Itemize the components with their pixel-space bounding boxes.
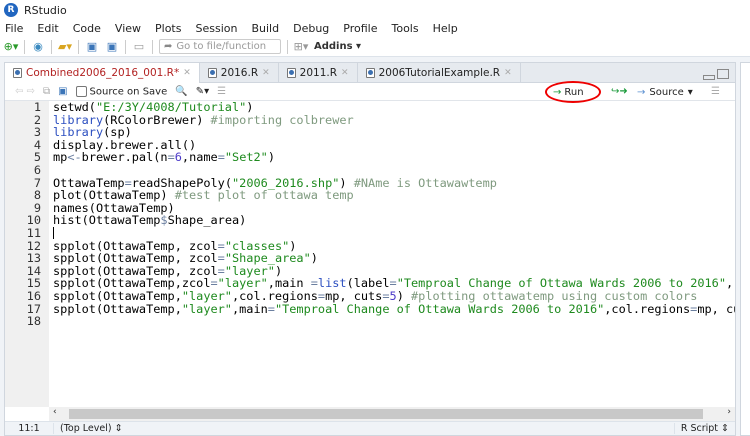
red-annotation-circle — [545, 81, 601, 103]
line-number: 3 — [33, 125, 41, 140]
divider — [24, 39, 25, 54]
code-line[interactable]: 8 plot(OttawaTemp) #test plot of ottawa t… — [5, 189, 735, 202]
editor-tabs: Combined2006_2016_001.R* ✕ 2016.R ✕ 2011.R ✕ 2… — [5, 63, 735, 83]
app-title: RStudio — [24, 3, 67, 17]
code-line[interactable]: 1 setwd("E:/3Y/4008/Tutorial") — [5, 101, 735, 114]
code-text: library(sp) — [53, 125, 132, 140]
right-pane — [740, 62, 750, 436]
rstudio-logo-icon: R — [4, 3, 18, 17]
arrow-icon: ➦ — [164, 41, 173, 52]
menu-code[interactable]: Code — [73, 22, 101, 35]
editor-toolbar: ⇦ ⇨ ⧉ ▣ Source on Save 🔍 ✎▾ ☰ → Run ↪➜ →… — [5, 81, 735, 103]
horizontal-scrollbar[interactable]: ‹ › — [49, 407, 735, 421]
scroll-left-icon[interactable]: ‹ — [53, 407, 57, 417]
divider — [51, 39, 52, 54]
search-icon[interactable]: 🔍 — [175, 86, 187, 97]
tab-file[interactable]: 2011.R ✕ — [279, 63, 358, 83]
menu-bar: File Edit Code View Plots Session Build Debug Pr… — [0, 20, 750, 37]
code-line[interactable]: 13 spplot(OttawaTemp, zcol="Shape_area") — [5, 252, 735, 265]
open-file-icon[interactable]: ▰▾ — [58, 40, 72, 54]
cursor-position: 11:1 — [18, 423, 40, 434]
menu-plots[interactable]: Plots — [155, 22, 181, 35]
main-toolbar: ⊕▾ ◉ ▰▾ ▣ ▣ ▭ ➦ Go to file/function ⊞▾ Ad… — [0, 37, 750, 57]
new-file-icon[interactable]: ⊕▾ — [4, 40, 19, 54]
line-number: 11 — [26, 225, 41, 240]
divider — [78, 39, 79, 54]
line-number: 8 — [33, 188, 41, 203]
maximize-pane-icon[interactable] — [717, 69, 729, 79]
line-number: 18 — [26, 314, 41, 329]
r-file-icon — [13, 68, 22, 78]
save-all-icon[interactable]: ▣ — [105, 40, 119, 54]
divider — [287, 39, 288, 54]
code-text: plot(OttawaTemp) #test plot of ottawa te… — [53, 188, 354, 203]
tab-file[interactable]: Combined2006_2016_001.R* ✕ — [5, 63, 200, 83]
goto-file-input[interactable]: ➦ Go to file/function — [159, 39, 281, 54]
r-file-icon — [286, 68, 296, 78]
save-icon[interactable]: ▣ — [85, 40, 99, 54]
close-tab-icon[interactable]: ✕ — [504, 68, 512, 78]
compile-report-icon[interactable]: ☰ — [217, 86, 226, 97]
code-text: spplot(OttawaTemp,"layer",main="Temproal… — [53, 301, 735, 316]
code-text: hist(OttawaTemp$Shape_area) — [53, 213, 247, 228]
code-editor[interactable]: 1 setwd("E:/3Y/4008/Tutorial") 2 library(RC… — [5, 101, 735, 407]
pane-window-controls — [703, 69, 729, 80]
tab-file[interactable]: 2016.R ✕ — [200, 63, 279, 83]
code-line[interactable]: 3 library(sp) — [5, 126, 735, 139]
rerun-icon[interactable]: ↪➜ — [611, 86, 628, 97]
code-text: spplot(OttawaTemp, zcol="Shape_area") — [53, 251, 318, 266]
menu-edit[interactable]: Edit — [37, 22, 58, 35]
file-type-selector[interactable]: R Script ⇕ — [673, 423, 735, 434]
line-number: 16 — [26, 288, 41, 303]
line-number: 1 — [33, 101, 41, 114]
tab-file[interactable]: 2006TutorialExample.R ✕ — [358, 63, 521, 83]
scroll-right-icon[interactable]: › — [727, 407, 731, 417]
scrollbar-thumb[interactable] — [69, 409, 703, 419]
outline-icon[interactable]: ☰ — [711, 86, 720, 97]
status-bar: 11:1 (Top Level) ⇕ R Script ⇕ — [5, 421, 735, 435]
code-line[interactable]: 11 — [5, 227, 735, 240]
source-button[interactable]: → Source ▾ — [637, 83, 693, 101]
print-icon[interactable]: ▭ — [132, 40, 146, 54]
chevron-down-icon[interactable]: ▾ — [688, 87, 693, 98]
divider — [152, 39, 153, 54]
grid-layout-icon[interactable]: ⊞▾ — [294, 40, 309, 54]
code-text — [53, 226, 54, 240]
menu-help[interactable]: Help — [433, 22, 458, 35]
line-number: 6 — [33, 162, 41, 177]
menu-tools[interactable]: Tools — [391, 22, 418, 35]
close-tab-icon[interactable]: ✕ — [183, 68, 191, 78]
show-in-window-icon[interactable]: ⧉ — [43, 86, 50, 97]
menu-debug[interactable]: Debug — [293, 22, 329, 35]
code-line[interactable]: 5 mp<-brewer.pal(n=6,name="Set2") — [5, 151, 735, 164]
title-bar: R RStudio — [0, 0, 750, 20]
menu-profile[interactable]: Profile — [343, 22, 377, 35]
text-cursor — [53, 226, 54, 239]
line-number: 13 — [26, 251, 41, 266]
close-tab-icon[interactable]: ✕ — [262, 68, 270, 78]
close-tab-icon[interactable]: ✕ — [341, 68, 349, 78]
code-text: mp<-brewer.pal(n=6,name="Set2") — [53, 150, 275, 165]
menu-file[interactable]: File — [5, 22, 23, 35]
source-on-save-checkbox[interactable]: Source on Save — [75, 85, 167, 97]
code-line[interactable]: 18 — [5, 315, 735, 328]
scope-selector[interactable]: (Top Level) ⇕ — [53, 423, 674, 434]
code-line[interactable]: 17 spplot(OttawaTemp,"layer",main="Tempro… — [5, 301, 735, 316]
menu-session[interactable]: Session — [195, 22, 237, 35]
source-arrow-icon: → — [637, 86, 646, 98]
divider — [125, 39, 126, 54]
code-tools-wand-icon[interactable]: ✎▾ — [196, 86, 209, 97]
addins-menu[interactable]: Addins ▾ — [314, 41, 361, 52]
r-file-icon — [207, 68, 217, 78]
back-icon[interactable]: ⇦ ⇨ — [15, 86, 35, 97]
menu-view[interactable]: View — [115, 22, 141, 35]
minimize-pane-icon[interactable] — [703, 75, 715, 80]
save-icon[interactable]: ▣ — [58, 86, 67, 97]
r-file-icon — [365, 68, 375, 78]
source-editor-pane: Combined2006_2016_001.R* ✕ 2016.R ✕ 2011.R ✕ 2… — [4, 62, 736, 436]
new-project-icon[interactable]: ◉ — [31, 40, 45, 54]
menu-build[interactable]: Build — [251, 22, 279, 35]
code-line[interactable]: 10 hist(OttawaTemp$Shape_area) — [5, 214, 735, 227]
